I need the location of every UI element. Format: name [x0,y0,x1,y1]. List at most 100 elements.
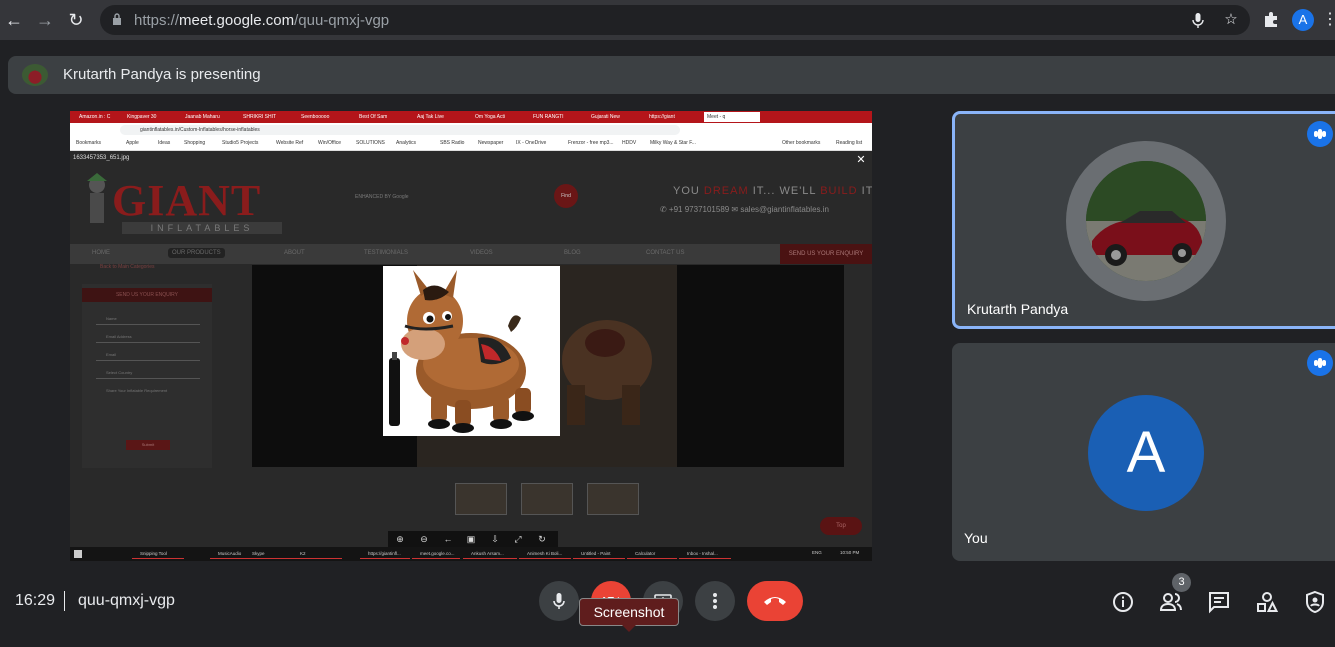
bookmark: Studio5 Projects [222,140,259,146]
lock-icon[interactable] [112,13,122,25]
inner-website: 1633457353_651.jpg ✕ GIANT INFLATABLES E… [70,151,872,547]
zoom-in-icon: ⊕ [396,534,404,544]
form-field-label: Name [106,316,117,321]
enquiry-form: SEND US YOUR ENQUIRY Name Email Address … [82,284,212,468]
taskbar-clock: 10:50 PM [840,550,860,555]
form-field-line [96,342,200,343]
thumbnail-1 [455,483,507,515]
inner-bookmarks-bar: Bookmarks Apple Ideas Shopping Studio5 P… [70,137,872,151]
car-photo-avatar [1086,161,1206,281]
participant-name: You [964,530,988,546]
star-icon[interactable]: ☆ [1222,11,1240,29]
taskbar-item: Calculator [627,549,677,559]
profile-avatar[interactable]: A [1292,9,1314,31]
form-field-label: Share Your Inflatable Requirement [106,388,168,393]
participant-name: Krutarth Pandya [967,301,1069,317]
fullscreen-icon: ⤢ [514,534,522,544]
download-icon: ⇩ [491,534,499,544]
back-link: Back to Main Categories [100,264,155,270]
bookmark: SBS Radio [440,140,465,146]
participant-tile-self[interactable]: A You [952,343,1335,561]
site-contact: ✆ +91 9737101589 ✉ sales@giantinflatable… [660,205,829,214]
inner-tab: Amazon.in : C [79,114,111,120]
screenshot-tooltip: Screenshot [579,598,679,626]
site-nav-item: ABOUT [284,250,305,256]
form-header: SEND US YOUR ENQUIRY [82,288,212,302]
inner-tab: Jaanab Maharu [185,114,220,120]
back-arrow-icon: ← [443,534,453,544]
bookmark: Apple [126,140,139,146]
mascot-icon [87,173,107,223]
form-field-label: Select Country [106,370,133,375]
host-controls-icon[interactable] [1303,590,1327,614]
presenting-text: Krutarth Pandya is presenting [63,66,261,83]
site-nav: HOME OUR PRODUCTS ABOUT TESTIMONIALS VID… [70,244,872,264]
inner-taskbar: Snipping Tool MusicAudio Skype K2 https:… [70,547,872,561]
speaking-indicator-icon [1307,350,1333,376]
inner-url: giantinflatables.in/Custom-Inflatables/h… [120,125,680,135]
logo-subtext: INFLATABLES [122,222,282,234]
inner-address-bar: giantinflatables.in/Custom-Inflatables/h… [70,123,872,137]
puzzle-icon[interactable] [1262,10,1280,28]
more-options-button[interactable] [695,581,735,621]
hangup-icon [764,597,786,605]
taskbar-item: Ankush Arsam... [463,549,517,559]
car-photo-icon [1086,161,1206,281]
info-icon[interactable] [1111,590,1135,614]
taskbar-lang: ENG [812,550,822,555]
reload-icon[interactable]: ↻ [64,8,88,32]
shared-screen: Amazon.in : C Kingpaver 30 Jaanab Maharu… [70,111,872,561]
image-icon: ▣ [466,534,476,544]
taskbar-item: Animesh Ki Boli... [519,549,571,559]
image-viewer-toolbar: ⊕ ⊖ ← ▣ ⇩ ⤢ ↻ [388,531,558,547]
inner-tab: Best Of Sam [359,114,388,120]
zoom-out-icon: ⊖ [420,534,428,544]
tooltip-tail [622,625,636,632]
bookmark: IX - OneDrive [516,140,547,146]
activities-icon[interactable] [1255,590,1279,614]
microphone-icon[interactable] [1189,11,1207,29]
inner-tab: Gujarati New [591,114,620,120]
inner-tab: Kingpaver 30 [127,114,157,120]
meeting-code: quu-qmxj-vgp [78,592,175,609]
form-field-line [96,360,200,361]
taskbar-item: Inbox - Inshal... [679,549,731,559]
forward-arrow-icon[interactable]: → [33,8,57,32]
bookmark: Milky Way & Star F... [650,140,696,146]
form-field-label: Email [106,352,117,357]
microphone-button[interactable] [539,581,579,621]
bookmark: Website Ref [276,140,304,146]
participant-tile-presenter[interactable]: Krutarth Pandya [952,111,1335,329]
leave-call-button[interactable] [747,581,803,621]
site-nav-item: HOME [92,250,110,256]
meeting-time: 16:29 [15,592,56,609]
inner-tab: Aaj Tak Live [417,114,444,120]
form-submit-button: Submit [126,440,170,450]
bookmark: Ideas [158,140,171,146]
taskbar-item: K2 [292,549,342,559]
bookmark: Reading list [836,140,863,146]
taskbar-item: Skype [244,549,296,559]
site-slogan: YOU DREAM IT... WE'LL BUILD IT [673,185,872,197]
product-image-horse [383,266,560,436]
inner-tab: FUN RANGTI [533,114,564,120]
address-bar[interactable]: https://meet.google.com/quu-qmxj-vgp ☆ [100,5,1250,35]
back-arrow-icon[interactable]: ← [2,8,26,32]
people-count-badge: 3 [1172,573,1191,592]
browser-toolbar: ← → ↻ https://meet.google.com/quu-qmxj-v… [0,0,1335,40]
bookmark: Newspaper [478,140,504,146]
site-nav-item: BLOG [564,250,581,256]
form-field-label: Email Address [106,334,132,339]
chat-icon[interactable] [1207,590,1231,614]
taskbar-item: meet.google.co... [412,549,460,559]
kebab-menu-icon[interactable]: ⋮ [1322,10,1335,30]
address-url: https://meet.google.com/quu-qmxj-vgp [134,12,390,29]
site-nav-item: CONTACT US [646,250,685,256]
bookmark: Bookmarks [76,140,102,146]
bookmark: Shopping [184,140,206,146]
bookmark: Frenzor - free mp3... [568,140,614,146]
inner-tab: SHRIKRI SHIT [243,114,277,120]
people-icon[interactable] [1159,590,1183,614]
find-button: Find [554,184,578,208]
site-enquiry-button: SEND US YOUR ENQUIRY [780,244,872,264]
